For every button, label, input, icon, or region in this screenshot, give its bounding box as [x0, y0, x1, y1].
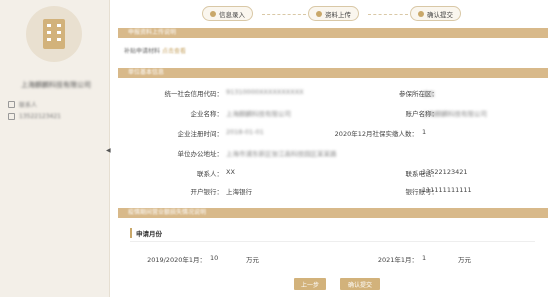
insured-label: 2020年12月社保实缴人数：	[334, 130, 418, 138]
user-icon	[8, 101, 15, 108]
step-label: 信息录入	[219, 10, 245, 19]
insured-value: 1	[422, 128, 427, 136]
month1-label: 2019/2020年1月：	[147, 256, 206, 264]
company-label: 企业名称：	[190, 110, 224, 118]
step-icon	[210, 10, 216, 17]
contact-text: 联系人	[19, 102, 38, 109]
company-avatar	[26, 6, 82, 62]
section-title: 申报资料上传说明	[128, 29, 177, 36]
phone-icon	[8, 113, 15, 120]
divider	[130, 241, 535, 242]
section-title: 疫情期间营业额损失情况说明	[128, 209, 207, 216]
confirm-submit-button[interactable]: 确认提交	[340, 278, 380, 290]
address-value: 上海市浦东新区张江高科技园区某某路	[226, 150, 337, 158]
address-label: 单位办公地址：	[177, 150, 224, 158]
sidebar: 上海麒麟科技有限公司 联系人 13522123421	[0, 0, 110, 297]
account-name-value: 上海麒麟科技有限公司	[422, 110, 487, 118]
section-title: 单位基本信息	[128, 69, 165, 76]
month2-value[interactable]: 1	[422, 254, 426, 262]
credit-code-label: 统一社会信用代码：	[164, 90, 224, 98]
progress-steps: 信息录入 资料上传 确认提交	[200, 6, 470, 22]
building-icon	[43, 19, 65, 49]
step-connector	[262, 14, 306, 15]
section-company-info: 单位基本信息	[118, 68, 548, 78]
month2-label: 2021年1月：	[377, 256, 418, 264]
section-revenue-loss: 疫情期间营业额损失情况说明	[118, 208, 548, 218]
phone-row: 13522123421	[8, 113, 61, 120]
prev-button[interactable]: 上一步	[294, 278, 326, 290]
step-info-entry[interactable]: 信息录入	[202, 6, 253, 21]
step-confirm[interactable]: 确认提交	[410, 6, 461, 21]
month2-unit: 万元	[458, 256, 471, 264]
company-name: 上海麒麟科技有限公司	[21, 81, 91, 89]
credit-code-value: 91310000XXXXXXXXXX	[226, 88, 304, 96]
step-label: 资料上传	[325, 10, 351, 19]
contact-row: 联系人	[8, 100, 37, 109]
bank-value: 上海银行	[226, 188, 252, 196]
month1-unit: 万元	[246, 256, 259, 264]
contact-label: 联系人：	[197, 170, 223, 178]
phone-text: 13522123421	[19, 113, 61, 120]
step-icon	[316, 10, 322, 17]
subsection-title: 申请月份	[130, 228, 162, 238]
section-upload-notes: 申报资料上传说明	[118, 28, 548, 38]
month1-value[interactable]: 10	[210, 254, 218, 262]
reg-time-value: 2018-01-01	[226, 128, 264, 136]
bank-no-value: 111111111111	[422, 186, 472, 194]
bank-label: 开户银行：	[190, 188, 224, 196]
step-icon	[418, 10, 424, 17]
upload-hint: 补贴申请材料 点击查看	[124, 46, 186, 55]
hint-text: 补贴申请材料	[124, 48, 161, 55]
hint-link[interactable]: 点击查看	[162, 48, 186, 55]
phone-value: 13522123421	[422, 168, 468, 176]
collapse-arrow-icon[interactable]: ◀	[106, 147, 111, 154]
step-connector	[368, 14, 408, 15]
reg-time-label: 企业注册时间：	[177, 130, 224, 138]
company-value: 上海麒麟科技有限公司	[226, 110, 291, 118]
step-upload[interactable]: 资料上传	[308, 6, 359, 21]
contact-value: XX	[226, 168, 235, 176]
step-label: 确认提交	[427, 10, 453, 19]
district-value: 浦东	[422, 90, 435, 98]
